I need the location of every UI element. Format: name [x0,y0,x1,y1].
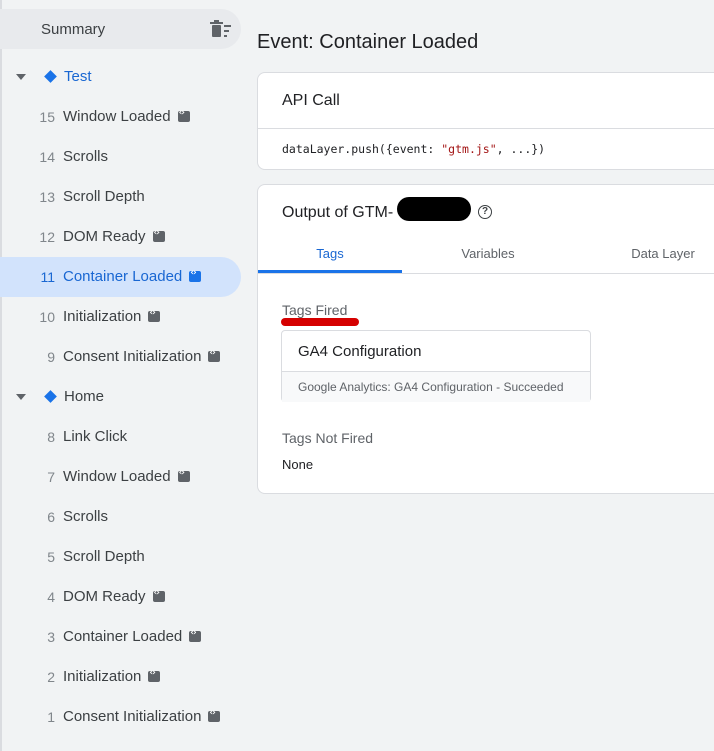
item-number: 2 [47,669,55,685]
item-number: 7 [47,469,55,485]
sidebar-item-dom-ready[interactable]: 12 DOM Ready [0,217,241,257]
caret-down-icon[interactable] [16,394,26,400]
api-call-heading: API Call [258,73,714,129]
diamond-icon [44,70,57,83]
item-number: 9 [47,349,55,365]
sidebar: Summary Test 15 Window Loaded 14 Scrolls [0,0,245,751]
item-label: Consent Initialization [63,708,221,725]
item-label: DOM Ready [63,228,165,245]
code-icon [152,588,165,602]
sidebar-item-link-click[interactable]: 8 Link Click [0,417,241,457]
item-number: 12 [39,229,55,245]
sidebar-item-initialization[interactable]: 10 Initialization [0,297,241,337]
code-icon [189,268,202,282]
group-label: Test [64,68,92,85]
code-icon [152,228,165,242]
item-number: 14 [39,149,55,165]
output-card: Output of GTM- ? Tags Variables Data Lay… [257,184,714,494]
item-label: Initialization [63,308,161,325]
page-title: Event: Container Loaded [257,31,479,53]
sidebar-item-scrolls[interactable]: 6 Scrolls [0,497,241,537]
tag-assistant-window: Summary Test 15 Window Loaded 14 Scrolls [0,0,714,751]
active-tab-indicator [258,270,402,273]
sidebar-summary[interactable]: Summary [0,9,241,49]
api-call-card: API Call dataLayer.push({event: "gtm.js"… [257,72,714,170]
item-number: 10 [39,309,55,325]
sidebar-item-initialization[interactable]: 2 Initialization [0,657,241,697]
help-circle-icon[interactable]: ? [478,205,492,219]
item-label: Scrolls [63,148,109,165]
sidebar-item-container-loaded[interactable]: 3 Container Loaded [0,617,241,657]
sidebar-item-window-loaded[interactable]: 15 Window Loaded [0,97,241,137]
item-number: 15 [39,109,55,125]
output-tabs: Tags Variables Data Layer [258,233,714,274]
summary-label: Summary [41,20,106,38]
diamond-icon [44,390,57,403]
item-number: 1 [47,709,55,725]
code-icon [208,348,221,362]
code-icon [177,468,190,482]
redaction-mark [397,197,471,221]
code-icon [148,308,161,322]
item-number: 6 [47,509,55,525]
sidebar-item-consent-initialization[interactable]: 1 Consent Initialization [0,697,241,737]
tags-not-fired-value: None [282,457,314,472]
tag-status: Google Analytics: GA4 Configuration - Su… [282,371,590,402]
item-label: Initialization [63,668,161,685]
item-label: Container Loaded [63,268,202,285]
tags-not-fired-label: Tags Not Fired [282,430,374,446]
item-number: 13 [39,189,55,205]
item-number: 11 [40,269,55,285]
code-icon [208,708,221,722]
item-number: 8 [47,429,55,445]
tab-data-layer[interactable]: Data Layer [598,233,714,273]
tab-variables[interactable]: Variables [416,233,560,273]
item-number: 3 [47,629,55,645]
item-label: Link Click [63,428,128,445]
fired-tag-card[interactable]: GA4 Configuration Google Analytics: GA4 … [281,330,591,402]
item-label: Scroll Depth [63,188,145,205]
sidebar-item-scroll-depth[interactable]: 5 Scroll Depth [0,537,241,577]
sidebar-item-consent-initialization[interactable]: 9 Consent Initialization [0,337,241,377]
item-label: Consent Initialization [63,348,221,365]
sidebar-item-window-loaded[interactable]: 7 Window Loaded [0,457,241,497]
item-label: Container Loaded [63,628,202,645]
tag-name: GA4 Configuration [298,343,422,360]
item-label: Scrolls [63,508,109,525]
caret-down-icon[interactable] [16,74,26,80]
delete-sweep-icon[interactable] [210,20,232,38]
api-call-code: dataLayer.push({event: "gtm.js", ...}) [282,142,546,156]
output-title: Output of GTM- [282,204,394,221]
code-icon [189,628,202,642]
sidebar-item-container-loaded[interactable]: 11 Container Loaded [0,257,241,297]
item-label: Window Loaded [63,108,190,125]
sidebar-item-scrolls[interactable]: 14 Scrolls [0,137,241,177]
item-number: 5 [47,549,55,565]
sidebar-item-dom-ready[interactable]: 4 DOM Ready [0,577,241,617]
item-label: Window Loaded [63,468,190,485]
item-number: 4 [47,589,55,605]
item-label: DOM Ready [63,588,165,605]
tags-fired-label: Tags Fired [282,302,348,318]
code-icon [148,668,161,682]
sidebar-group-test[interactable]: Test [0,57,241,97]
group-label: Home [64,388,105,405]
annotation-underline [281,318,359,326]
tab-tags[interactable]: Tags [258,233,402,273]
code-icon [177,108,190,122]
sidebar-item-scroll-depth[interactable]: 13 Scroll Depth [0,177,241,217]
sidebar-group-home[interactable]: Home [0,377,241,417]
item-label: Scroll Depth [63,548,145,565]
